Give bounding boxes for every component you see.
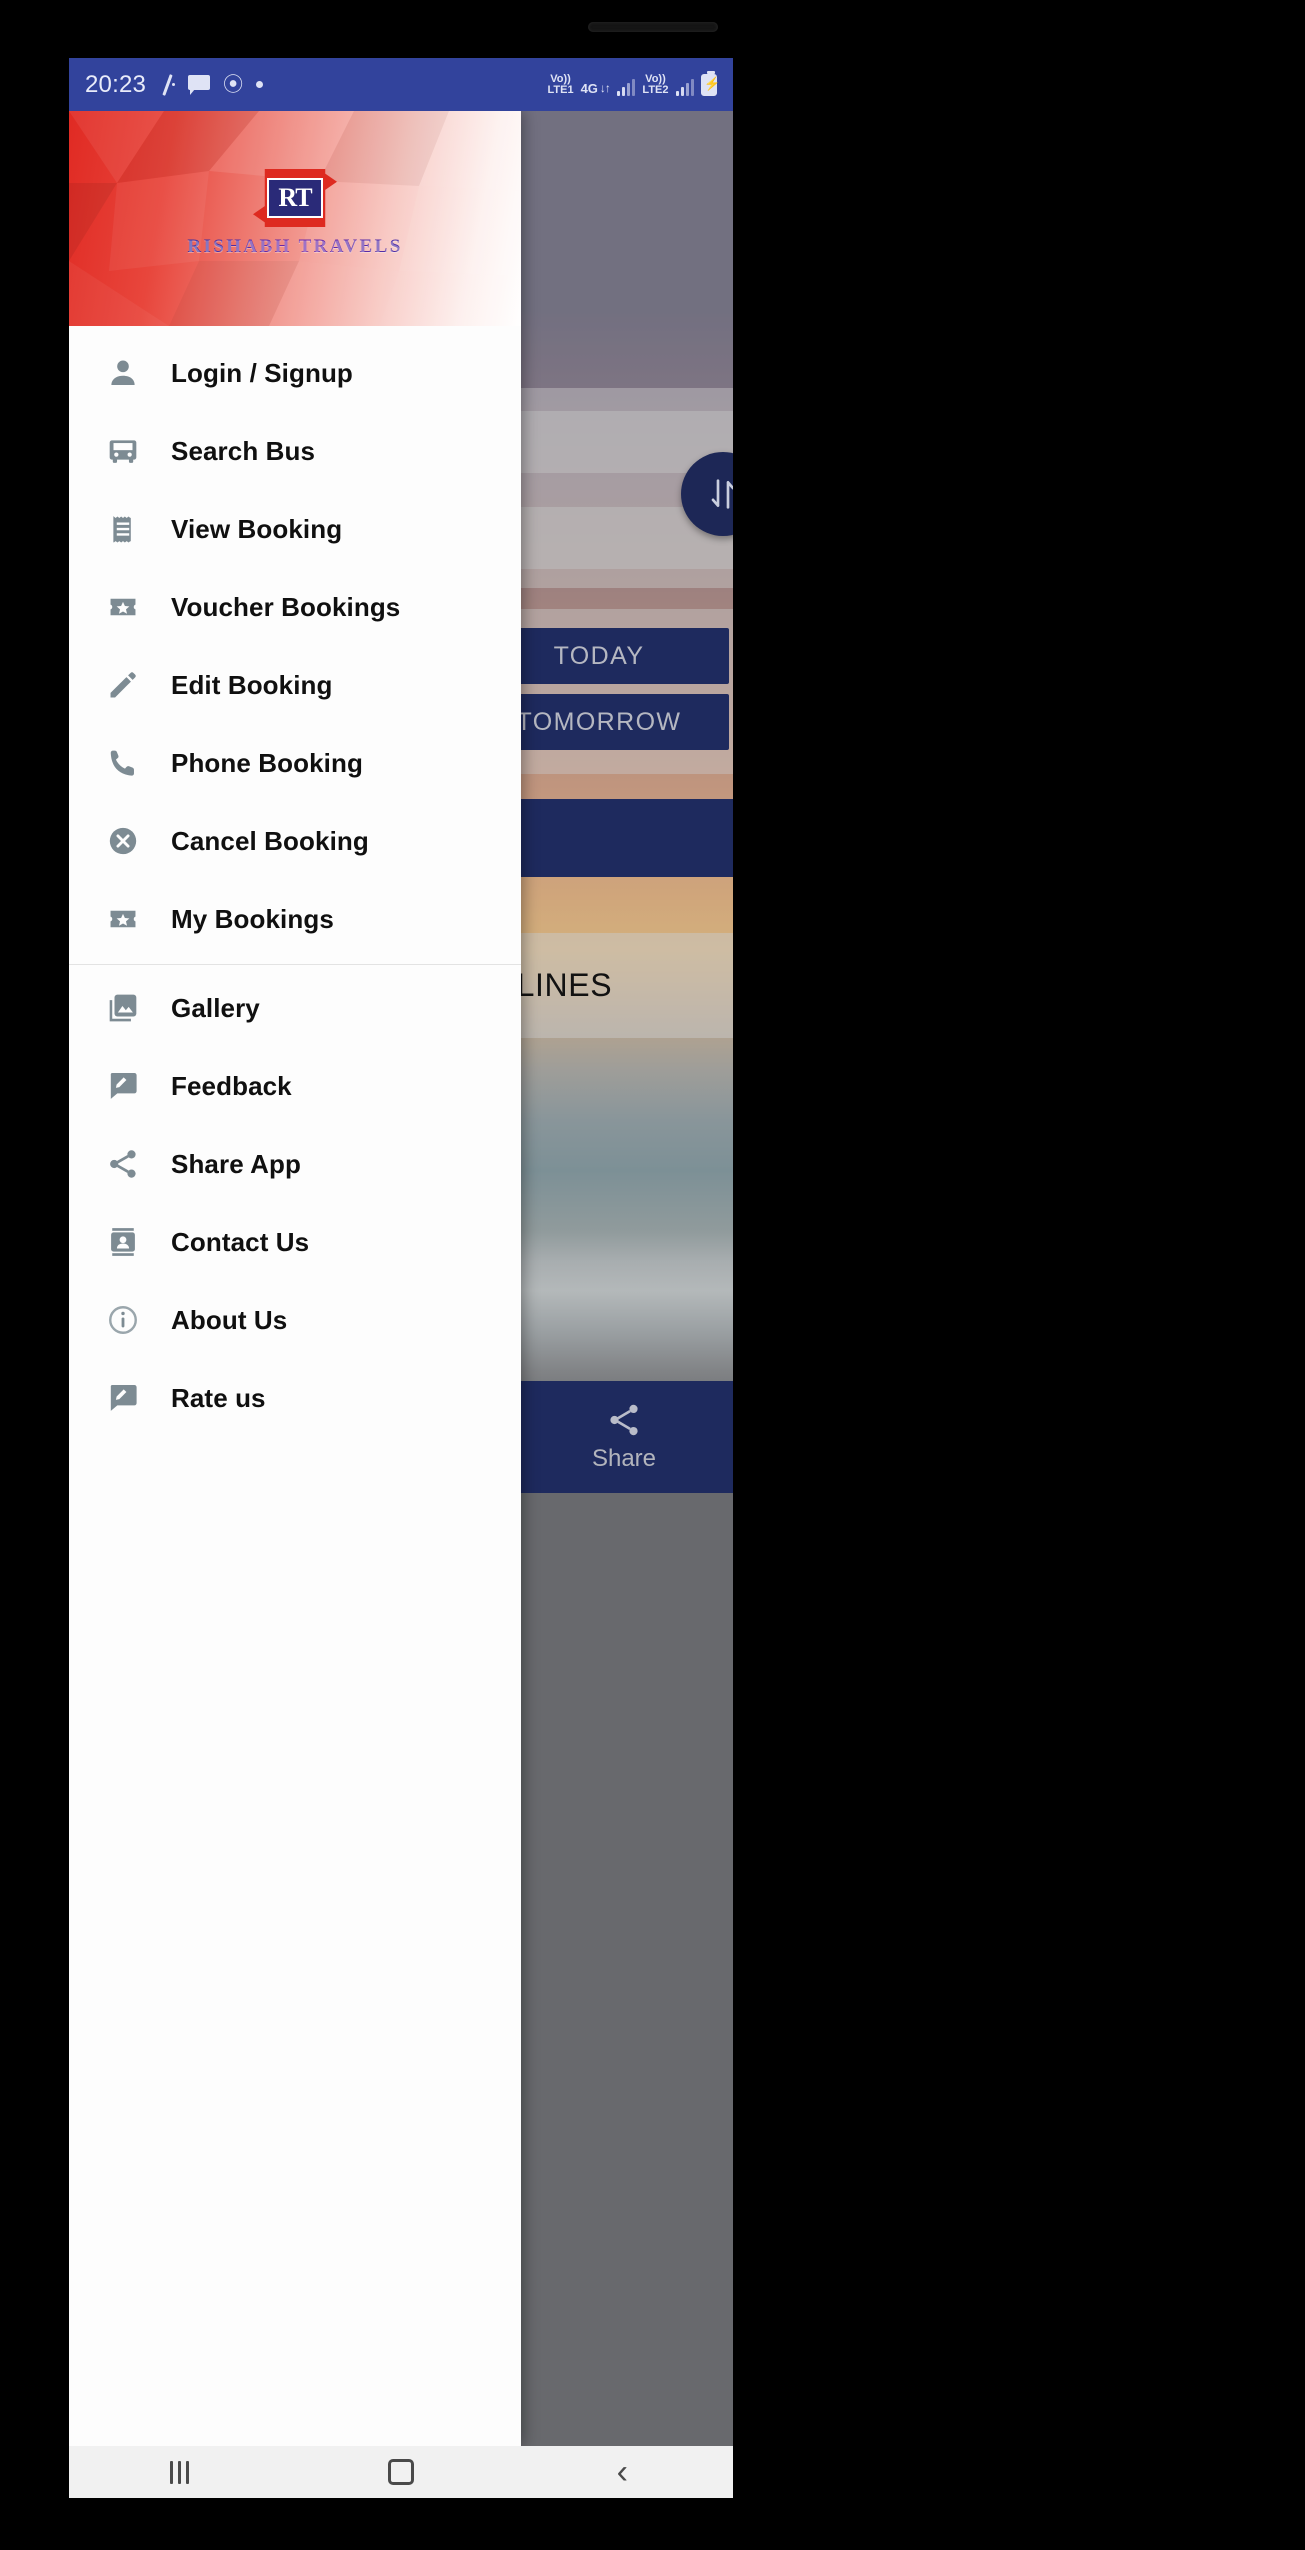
volte2-top: Vo)) bbox=[645, 72, 666, 85]
menu-item-feedback[interactable]: Feedback bbox=[69, 1047, 521, 1125]
bus-icon bbox=[103, 431, 143, 471]
home-icon bbox=[387, 2459, 414, 2485]
silent-slash-icon bbox=[159, 74, 176, 96]
back-button[interactable]: ‹ bbox=[562, 2446, 682, 2498]
cancel-circle-icon bbox=[103, 821, 143, 861]
dot-icon bbox=[256, 81, 264, 88]
menu-item-label: Search Bus bbox=[171, 435, 316, 466]
pencil-icon bbox=[103, 665, 143, 705]
phone-icon bbox=[103, 743, 143, 783]
menu-item-rate-us[interactable]: Rate us bbox=[69, 1359, 521, 1437]
menu-item-gallery[interactable]: Gallery bbox=[69, 969, 521, 1047]
home-button[interactable] bbox=[341, 2446, 461, 2498]
network-4g-icon: 4G ↓↑ bbox=[580, 80, 611, 96]
rate-review-icon bbox=[103, 1066, 143, 1106]
share-bottom-label: Share bbox=[591, 1445, 657, 1472]
menu-item-voucher-bookings[interactable]: Voucher Bookings bbox=[69, 568, 521, 646]
menu-item-share-app[interactable]: Share App bbox=[69, 1125, 521, 1203]
menu-item-label: Gallery bbox=[171, 992, 260, 1023]
menu-item-label: Rate us bbox=[171, 1382, 266, 1413]
status-bar-right: Vo)) LTE1 4G ↓↑ Vo)) LTE2 bbox=[547, 70, 720, 96]
signal-bars-sim2-icon bbox=[675, 78, 694, 96]
rt-logo-icon: RT bbox=[253, 169, 337, 227]
menu-item-label: Contact Us bbox=[171, 1226, 310, 1257]
volte1-icon: Vo)) LTE1 bbox=[547, 72, 574, 96]
menu-item-label: Cancel Booking bbox=[171, 825, 369, 856]
share-icon bbox=[610, 1404, 638, 1436]
brand-logo: RT RISHABH TRAVELS bbox=[69, 169, 521, 258]
menu-item-my-bookings[interactable]: My Bookings bbox=[69, 880, 521, 958]
volte1-top: Vo)) bbox=[550, 72, 571, 85]
menu-item-label: View Booking bbox=[171, 513, 343, 544]
status-bar-left: 20:23 ⦿ bbox=[85, 70, 264, 99]
menu-item-view-booking[interactable]: View Booking bbox=[69, 490, 521, 568]
battery-charging-icon bbox=[701, 70, 720, 96]
recents-icon bbox=[170, 2460, 190, 2484]
android-navigation-bar: ‹ bbox=[69, 2446, 733, 2498]
menu-item-label: Feedback bbox=[171, 1070, 292, 1101]
rate-review-icon bbox=[103, 1378, 143, 1418]
volte2-bottom: LTE2 bbox=[642, 83, 669, 96]
back-chevron-icon: ‹ bbox=[616, 2453, 628, 2491]
volte2-icon: Vo)) LTE2 bbox=[642, 72, 669, 96]
info-circle-icon bbox=[103, 1300, 143, 1340]
chat-bubble-icon bbox=[188, 74, 211, 95]
menu-item-cancel-booking[interactable]: Cancel Booking bbox=[69, 802, 521, 880]
brand-name: RISHABH TRAVELS bbox=[187, 236, 403, 257]
person-icon bbox=[103, 353, 143, 393]
ticket-star-icon bbox=[103, 587, 143, 627]
logo-box: RT bbox=[267, 178, 323, 218]
drawer-header: RT RISHABH TRAVELS bbox=[69, 111, 521, 326]
earpiece-notch bbox=[587, 22, 718, 32]
drawer-menu-list: Login / Signup Search Bus View Booking V… bbox=[69, 326, 521, 1437]
status-bar: 20:23 ⦿ Vo)) LTE1 4G ↓↑ Vo)) LTE2 bbox=[69, 58, 733, 111]
menu-item-search-bus[interactable]: Search Bus bbox=[69, 412, 521, 490]
photo-library-icon bbox=[103, 988, 143, 1028]
share-icon bbox=[103, 1144, 143, 1184]
menu-item-label: My Bookings bbox=[171, 903, 334, 934]
volte1-bottom: LTE1 bbox=[547, 83, 574, 96]
receipt-icon bbox=[103, 509, 143, 549]
menu-item-about-us[interactable]: About Us bbox=[69, 1281, 521, 1359]
logo-initials: RT bbox=[278, 183, 312, 212]
menu-item-label: Voucher Bookings bbox=[171, 591, 401, 622]
phone-shell: TODAY TOMORROW DELINES Share RT RISHABH … bbox=[0, 0, 1305, 2550]
menu-item-label: Edit Booking bbox=[171, 669, 333, 700]
menu-item-login-signup[interactable]: Login / Signup bbox=[69, 334, 521, 412]
menu-item-label: Login / Signup bbox=[171, 357, 353, 388]
status-time: 20:23 bbox=[85, 70, 147, 98]
recents-button[interactable] bbox=[120, 2446, 240, 2498]
menu-item-phone-booking[interactable]: Phone Booking bbox=[69, 724, 521, 802]
swirl-app-icon: ⦿ bbox=[223, 73, 244, 96]
navigation-drawer: RT RISHABH TRAVELS Login / Signup Search… bbox=[69, 111, 521, 2446]
menu-item-contact-us[interactable]: Contact Us bbox=[69, 1203, 521, 1281]
phone-screen: TODAY TOMORROW DELINES Share RT RISHABH … bbox=[69, 58, 733, 2498]
menu-item-label: Phone Booking bbox=[171, 747, 363, 778]
contact-page-icon bbox=[103, 1222, 143, 1262]
network-label: 4G bbox=[580, 80, 598, 96]
menu-item-edit-booking[interactable]: Edit Booking bbox=[69, 646, 521, 724]
data-arrows-icon: ↓↑ bbox=[599, 81, 611, 95]
menu-divider bbox=[69, 964, 521, 965]
ticket-star-icon bbox=[103, 899, 143, 939]
signal-bars-sim1-icon bbox=[616, 78, 636, 96]
menu-item-label: Share App bbox=[171, 1148, 301, 1179]
menu-item-label: About Us bbox=[171, 1304, 288, 1335]
